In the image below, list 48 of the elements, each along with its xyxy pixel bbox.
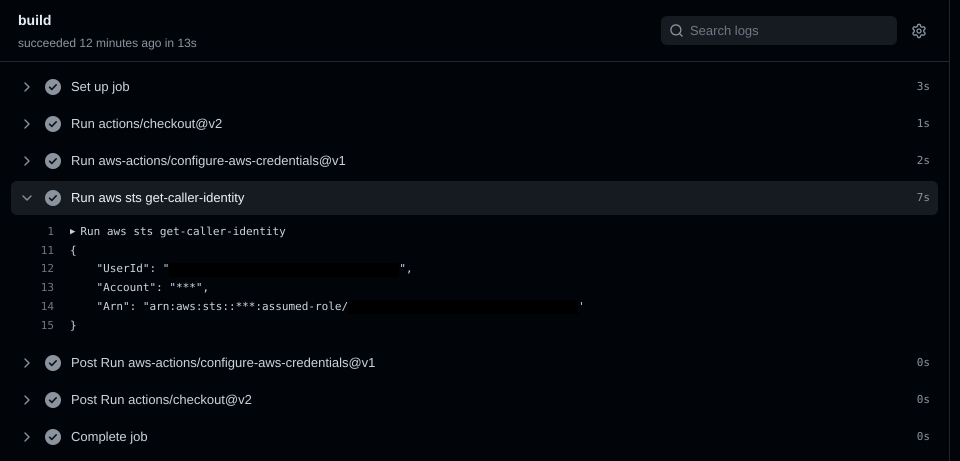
- step-name: Set up job: [71, 78, 130, 96]
- line-number: 12: [40, 261, 54, 278]
- log-text: "UserId": ": [95, 261, 170, 278]
- check-circle-icon: [45, 153, 61, 169]
- step-name: Run aws sts get-caller-identity: [71, 189, 244, 208]
- step-row[interactable]: Post Run actions/checkout@v2 0s: [11, 383, 938, 418]
- check-circle-icon: [45, 116, 61, 132]
- expand-toggle[interactable]: ▶: [70, 223, 76, 242]
- step-name: Run actions/checkout@v2: [71, 115, 222, 134]
- log-text: "Account": "***",: [95, 280, 210, 296]
- job-status: succeeded 12 minutes ago in 13s: [18, 34, 197, 52]
- log-text: {: [70, 242, 77, 259]
- line-number: 14: [40, 298, 54, 315]
- step-duration: 2s: [916, 152, 930, 169]
- log-text: }: [70, 318, 77, 334]
- log-text: Run aws sts get-caller-identity: [80, 224, 286, 240]
- check-circle-icon: [45, 190, 61, 206]
- step-name: Run aws-actions/configure-aws-credentials@v1: [71, 152, 346, 170]
- step-name: Post Run aws-actions/configure-aws-credentials@v1: [71, 354, 376, 372]
- step-duration: 0s: [916, 354, 930, 371]
- step-row[interactable]: Run aws sts get-caller-identity 7s: [11, 181, 938, 215]
- check-circle-icon: [45, 429, 61, 446]
- step-row[interactable]: Set up job 3s: [11, 70, 938, 104]
- check-circle-icon: [45, 355, 61, 372]
- step-row[interactable]: Post Run aws-actions/configure-aws-credentials@v1 0s: [11, 346, 938, 380]
- search-field[interactable]: Search logs: [661, 16, 897, 45]
- step-row[interactable]: Complete job 0s: [11, 420, 938, 454]
- step-duration: 1s: [916, 116, 930, 132]
- log-text: ': [578, 298, 585, 315]
- line-number: 15: [40, 318, 54, 334]
- log-text: "Arn": "arn:aws:sts::***:assumed-role/: [95, 298, 348, 315]
- settings-icon[interactable]: [911, 22, 927, 38]
- step-duration: 3s: [916, 78, 930, 95]
- line-number: 11: [40, 242, 54, 259]
- step-row[interactable]: Run aws-actions/configure-aws-credentials@v1 2s: [11, 144, 938, 178]
- log-text: ",: [399, 261, 413, 278]
- line-number: 1: [46, 224, 54, 240]
- step-name: Post Run actions/checkout@v2: [71, 391, 252, 410]
- step-duration: 0s: [916, 428, 930, 445]
- step-row[interactable]: Run actions/checkout@v2 1s: [11, 107, 938, 141]
- step-duration: 7s: [916, 190, 930, 206]
- job-title: build: [18, 10, 52, 30]
- line-number: 13: [40, 280, 54, 296]
- step-duration: 0s: [916, 392, 930, 408]
- step-name: Complete job: [71, 428, 148, 446]
- search-icon: [669, 23, 684, 38]
- check-circle-icon: [45, 79, 61, 95]
- check-circle-icon: [45, 392, 61, 408]
